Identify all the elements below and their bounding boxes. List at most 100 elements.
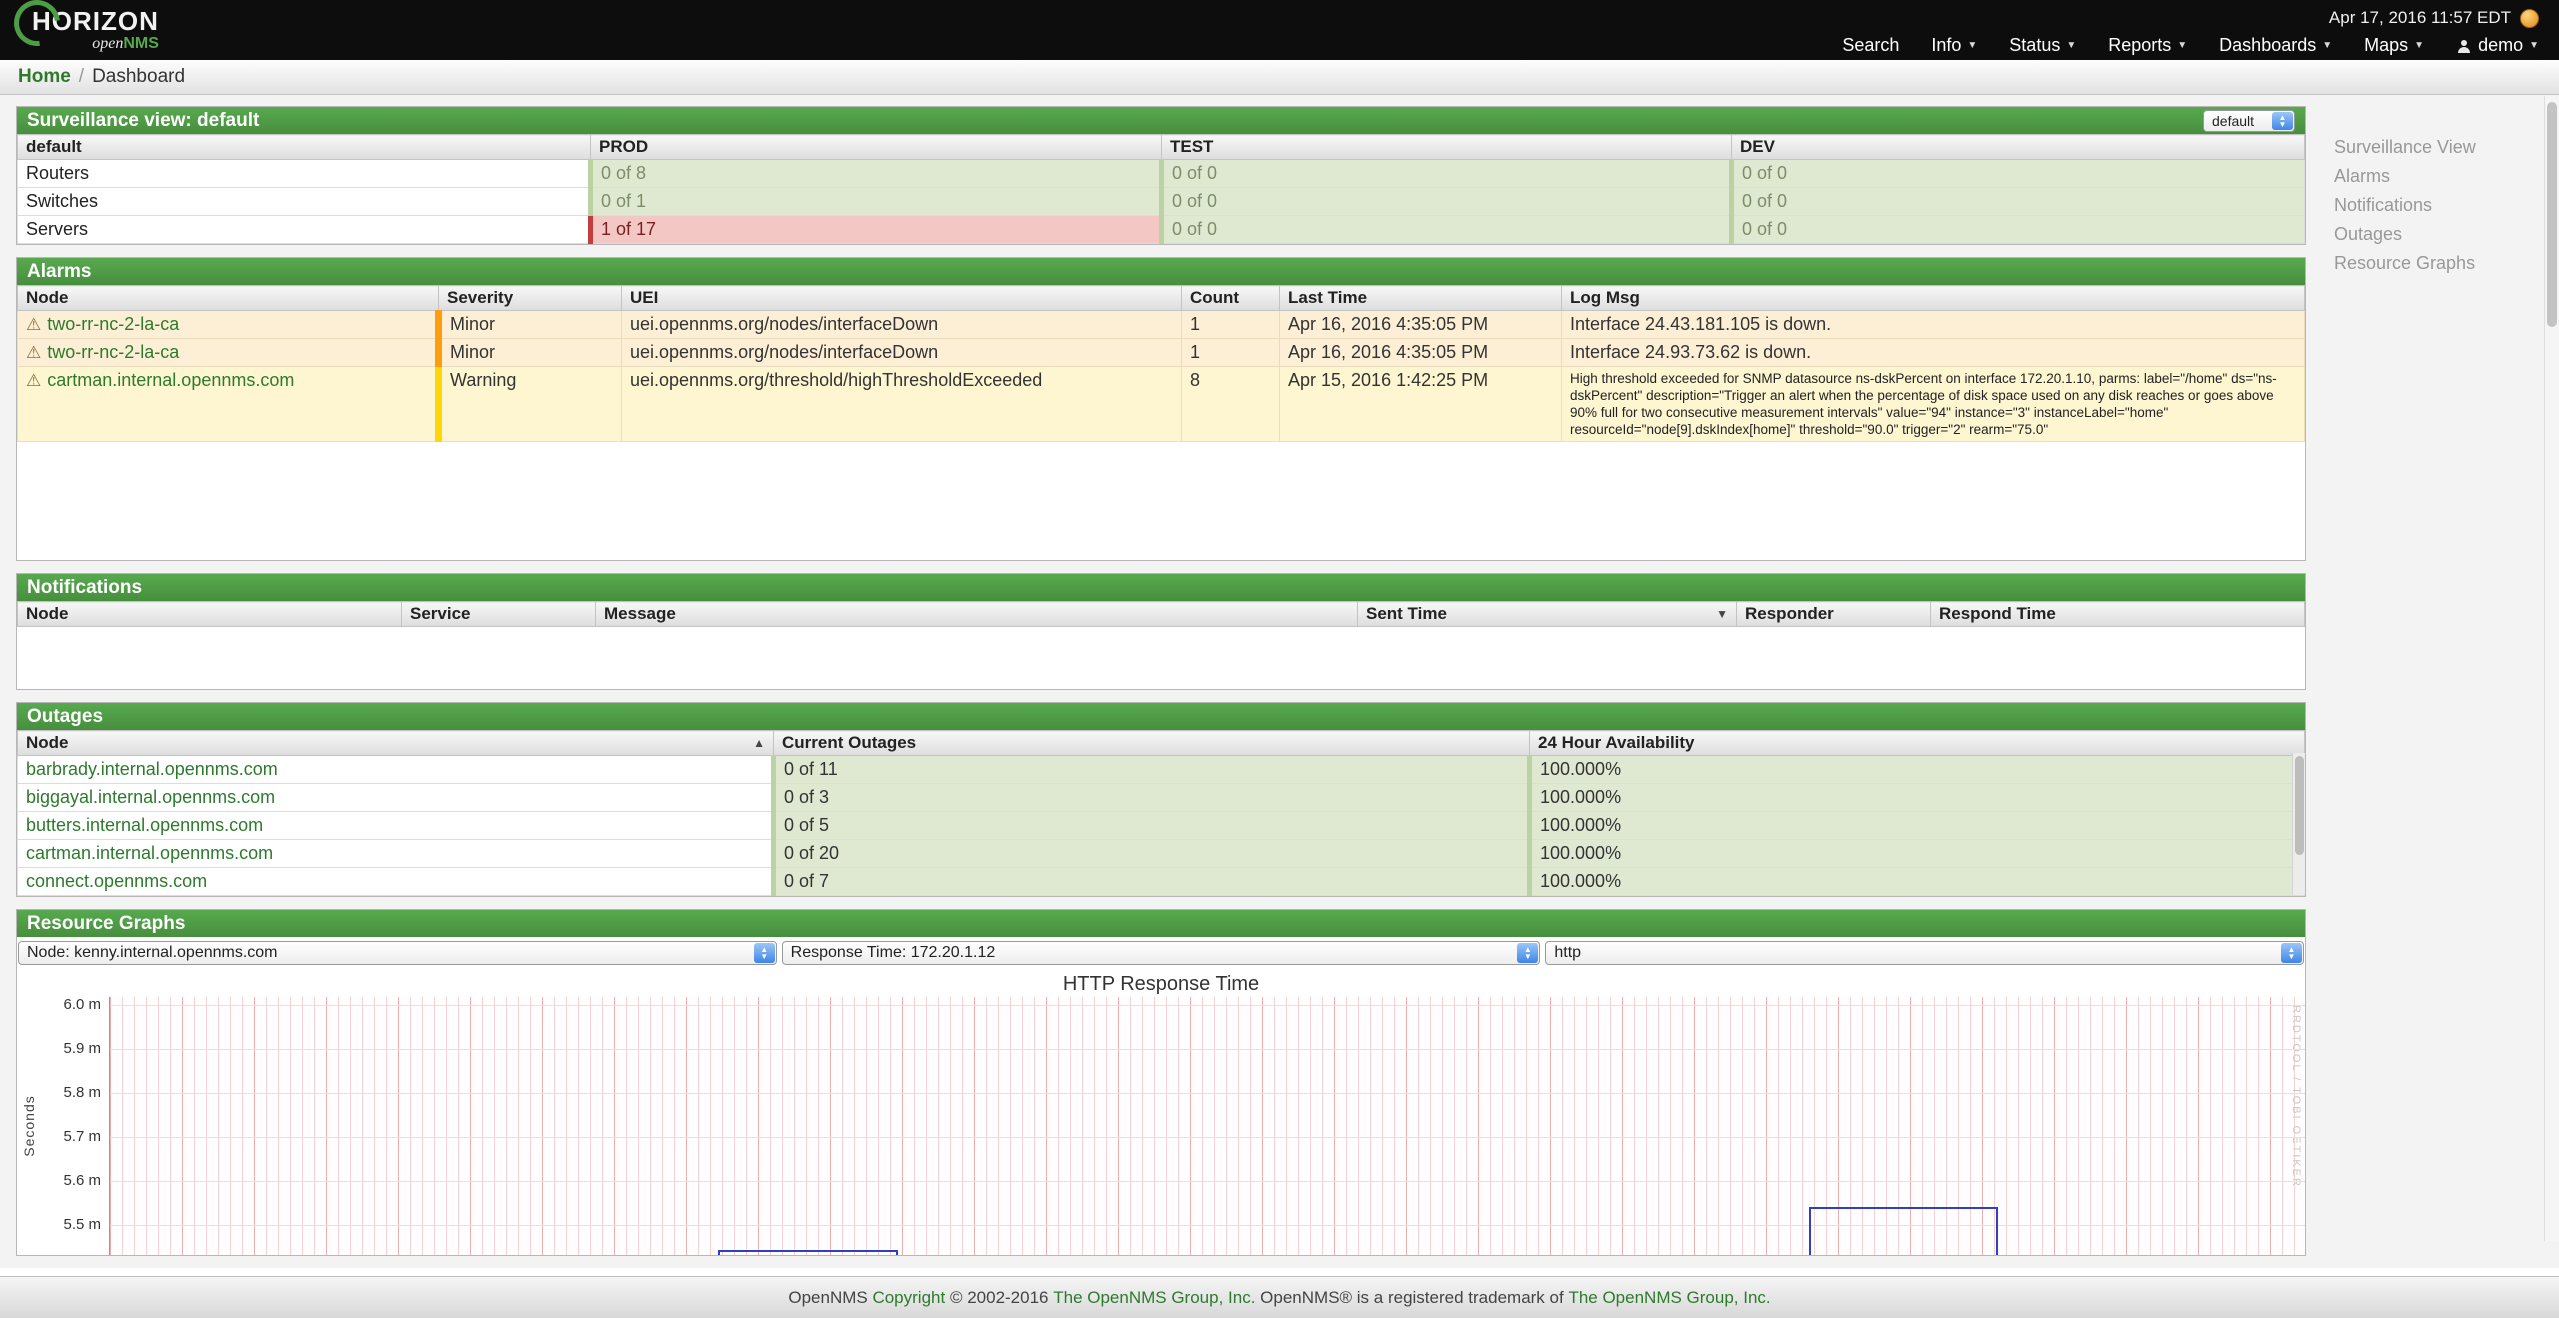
footer-group-link[interactable]: The OpenNMS Group, Inc. xyxy=(1053,1288,1255,1308)
sidebar-item-notifications[interactable]: Notifications xyxy=(2334,195,2559,215)
resource-select[interactable]: Response Time: 172.20.1.12 ▲▼ xyxy=(782,941,1541,965)
alarm-node-cell: ⚠ two-rr-nc-2-la-ca xyxy=(18,311,439,339)
alarm-node-link[interactable]: two-rr-nc-2-la-ca xyxy=(47,314,179,334)
nav-info[interactable]: Info▼ xyxy=(1931,35,1977,56)
outage-node-cell: connect.opennms.com xyxy=(18,868,774,896)
user-icon xyxy=(2456,38,2472,54)
notif-col-respond-time[interactable]: Respond Time xyxy=(1931,602,2305,627)
sv-cell-prod[interactable]: 0 of 1 xyxy=(591,188,1162,216)
nav-dashboards[interactable]: Dashboards▼ xyxy=(2219,35,2332,56)
notice-status-icon[interactable] xyxy=(2520,9,2539,28)
chart-title: HTTP Response Time xyxy=(17,969,2305,997)
outages-col-availability[interactable]: 24 Hour Availability xyxy=(1530,731,2305,756)
alarm-row: ⚠two-rr-nc-2-la-ca Minor uei.opennms.org… xyxy=(18,311,2305,339)
nav-maps[interactable]: Maps▼ xyxy=(2364,35,2424,56)
sv-cell-test[interactable]: 0 of 0 xyxy=(1162,216,1732,244)
node-select[interactable]: Node: kenny.internal.opennms.com ▲▼ xyxy=(18,941,777,965)
dashboard-sidebar: Surveillance View Alarms Notifications O… xyxy=(2306,95,2559,313)
y-tick-label: 5.8 m xyxy=(63,1084,101,1102)
caret-down-icon: ▼ xyxy=(2529,40,2539,51)
horizontal-gridline xyxy=(110,1049,2305,1050)
nav-reports[interactable]: Reports ▼ xyxy=(2108,35,2187,56)
resource-graphs-panel: Resource Graphs Node: kenny.internal.ope… xyxy=(16,909,2306,1256)
series-line-segment xyxy=(718,1250,898,1255)
node-select-value: Node: kenny.internal.opennms.com xyxy=(27,944,278,962)
outages-col-node[interactable]: Node▲ xyxy=(18,731,774,756)
notif-col-message[interactable]: Message xyxy=(596,602,1358,627)
outage-availability-cell: 100.000% xyxy=(1530,868,2305,896)
outage-node-cell: butters.internal.opennms.com xyxy=(18,812,774,840)
chart-y-axis: Seconds 6.0 m5.9 m5.8 m5.7 m5.6 m5.5 m xyxy=(17,997,109,1255)
sidebar-item-alarms[interactable]: Alarms xyxy=(2334,166,2559,186)
main-content: Surveillance view: default default ▲▼ de… xyxy=(16,106,2306,1268)
sv-cell-dev[interactable]: 0 of 0 xyxy=(1732,188,2305,216)
outage-node-link[interactable]: biggayal.internal.opennms.com xyxy=(26,787,275,807)
sv-cell-test[interactable]: 0 of 0 xyxy=(1162,188,1732,216)
graph-select[interactable]: http ▲▼ xyxy=(1545,941,2304,965)
sv-row-label: Switches xyxy=(18,188,591,216)
outages-scrollbar[interactable] xyxy=(2292,753,2305,895)
surveillance-view-select[interactable]: default ▲▼ xyxy=(2203,110,2295,132)
notif-col-responder[interactable]: Responder xyxy=(1737,602,1931,627)
surveillance-view-select-value: default xyxy=(2212,113,2254,129)
nav-search[interactable]: Search xyxy=(1842,35,1899,56)
sv-col-prod: PROD xyxy=(591,135,1162,160)
outages-panel: Outages Node▲ Current Outages 24 Hour Av… xyxy=(16,702,2306,897)
outages-col-availability-label: 24 Hour Availability xyxy=(1538,733,1695,752)
sv-cell-prod-critical[interactable]: 1 of 17 xyxy=(591,216,1162,244)
logo-subtitle: openNMS xyxy=(92,36,159,52)
sv-cell-dev[interactable]: 0 of 0 xyxy=(1732,216,2305,244)
nav-user-menu[interactable]: demo ▼ xyxy=(2456,35,2539,56)
chart-plot: RRDTOOL / TOBI OETIKER xyxy=(109,997,2305,1255)
footer-copyright-link[interactable]: Copyright xyxy=(872,1288,945,1308)
alarms-panel-title: Alarms xyxy=(27,261,91,283)
rrdtool-watermark: RRDTOOL / TOBI OETIKER xyxy=(2290,1005,2302,1188)
outages-col-current[interactable]: Current Outages xyxy=(774,731,1530,756)
warning-triangle-icon: ⚠ xyxy=(26,315,41,334)
outage-node-link[interactable]: barbrady.internal.opennms.com xyxy=(26,759,278,779)
notif-col-node[interactable]: Node xyxy=(18,602,402,627)
sv-cell-prod[interactable]: 0 of 8 xyxy=(591,160,1162,188)
sidebar-item-surveillance-view[interactable]: Surveillance View xyxy=(2334,137,2559,157)
opennms-horizon-logo[interactable]: HORIZON openNMS xyxy=(26,8,159,52)
sidebar-item-outages[interactable]: Outages xyxy=(2334,224,2559,244)
surveillance-panel-title: Surveillance view: default xyxy=(27,110,259,132)
sv-row-label: Servers xyxy=(18,216,591,244)
notif-col-sent-time[interactable]: Sent Time▼ xyxy=(1358,602,1737,627)
outage-node-cell: cartman.internal.opennms.com xyxy=(18,840,774,868)
page-scrollbar[interactable] xyxy=(2544,96,2559,1241)
alarm-uei-cell: uei.opennms.org/nodes/interfaceDown xyxy=(622,339,1182,367)
notifications-header-row: Node Service Message Sent Time▼ Responde… xyxy=(18,602,2305,627)
alarms-col-uei: UEI xyxy=(622,286,1182,311)
nav-reports-label: Reports xyxy=(2108,35,2171,56)
notif-col-respond-time-label: Respond Time xyxy=(1939,604,2056,623)
alarm-severity-cell: Warning xyxy=(439,367,622,442)
alarm-node-link[interactable]: two-rr-nc-2-la-ca xyxy=(47,342,179,362)
alarm-log-msg-cell: Interface 24.93.73.62 is down. xyxy=(1562,339,2305,367)
notifications-panel-title: Notifications xyxy=(27,577,142,599)
outage-node-link[interactable]: cartman.internal.opennms.com xyxy=(26,843,273,863)
sv-cell-dev[interactable]: 0 of 0 xyxy=(1732,160,2305,188)
alarms-col-severity: Severity xyxy=(439,286,622,311)
alarm-node-link[interactable]: cartman.internal.opennms.com xyxy=(47,370,294,390)
nav-status[interactable]: Status▼ xyxy=(2009,35,2076,56)
caret-down-icon: ▼ xyxy=(2177,40,2187,51)
outage-node-link[interactable]: connect.opennms.com xyxy=(26,871,207,891)
horizontal-gridline xyxy=(110,1005,2305,1006)
footer-group-link[interactable]: The OpenNMS Group, Inc. xyxy=(1568,1288,1770,1308)
alarms-col-last-time: Last Time xyxy=(1280,286,1562,311)
notif-col-service[interactable]: Service xyxy=(402,602,596,627)
alarm-node-cell: ⚠cartman.internal.opennms.com xyxy=(18,367,439,442)
topbar-right: Apr 17, 2016 11:57 EDT Search Info▼ Stat… xyxy=(1842,4,2539,56)
sv-cell-test[interactable]: 0 of 0 xyxy=(1162,160,1732,188)
outage-node-link[interactable]: butters.internal.opennms.com xyxy=(26,815,263,835)
alarm-node-cell: ⚠two-rr-nc-2-la-ca xyxy=(18,339,439,367)
outages-scrollbar-thumb[interactable] xyxy=(2295,756,2304,855)
page-scrollbar-thumb[interactable] xyxy=(2547,102,2557,327)
outage-current-cell: 0 of 7 xyxy=(774,868,1530,896)
breadcrumb-home-link[interactable]: Home xyxy=(18,66,71,88)
resource-graphs-panel-header: Resource Graphs xyxy=(17,910,2305,937)
alarms-col-count: Count xyxy=(1182,286,1280,311)
sidebar-item-resource-graphs[interactable]: Resource Graphs xyxy=(2334,253,2559,273)
breadcrumb-separator: / xyxy=(79,66,84,88)
